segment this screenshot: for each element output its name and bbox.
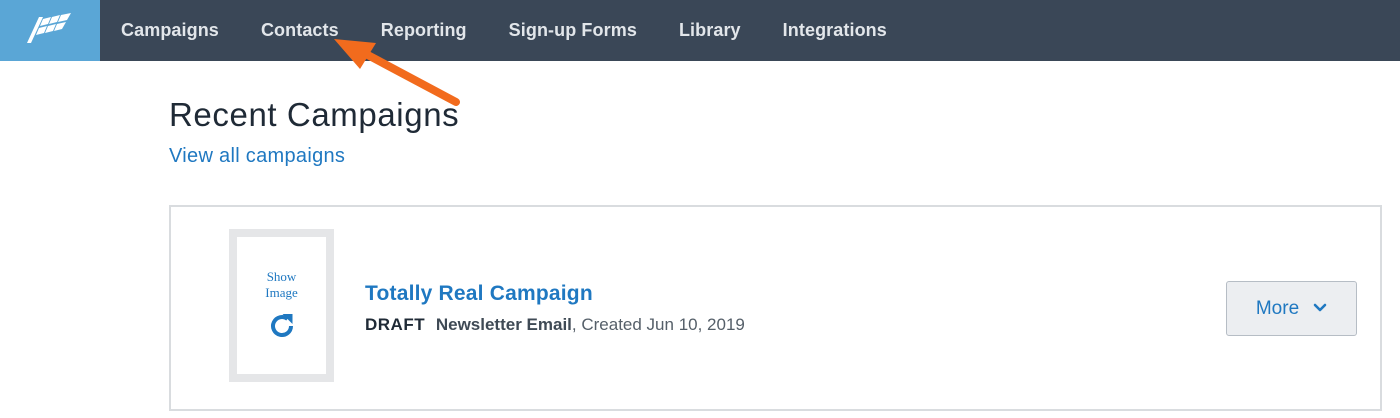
page-title: Recent Campaigns [169,96,460,133]
refresh-icon[interactable] [267,311,297,346]
top-navigation-bar: Campaigns Contacts Reporting Sign-up For… [0,0,1400,61]
campaign-card: Show Image Totally Real Campaign DRAFT N… [169,205,1382,411]
campaign-type: Newsletter Email [435,315,572,334]
status-badge: DRAFT [365,315,426,334]
nav-integrations[interactable]: Integrations [783,20,887,41]
show-image-link[interactable]: Show Image [237,269,326,301]
created-date: , Created Jun 10, 2019 [571,315,745,334]
campaign-thumbnail: Show Image [229,229,334,382]
thumbnail-preview[interactable]: Show Image [237,237,326,374]
nav-contacts[interactable]: Contacts [261,20,339,41]
main-nav: Campaigns Contacts Reporting Sign-up For… [100,0,908,61]
campaign-meta: DRAFT Newsletter Email, Created Jun 10, … [365,315,745,335]
flag-logo-icon [25,11,75,50]
more-button-label: More [1255,297,1300,319]
chevron-down-icon [1313,300,1327,318]
nav-library[interactable]: Library [679,20,741,41]
campaign-title-link[interactable]: Totally Real Campaign [365,282,593,306]
view-all-campaigns-link[interactable]: View all campaigns [169,145,345,168]
nav-signup-forms[interactable]: Sign-up Forms [509,20,637,41]
logo[interactable] [0,0,100,61]
more-button[interactable]: More [1226,281,1357,336]
nav-campaigns[interactable]: Campaigns [121,20,219,41]
